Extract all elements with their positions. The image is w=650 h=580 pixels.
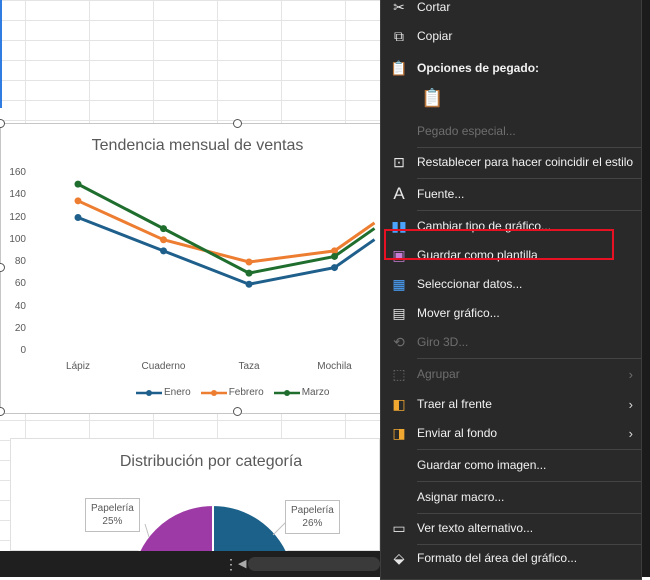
menu-item-guardar-imagen[interactable]: Guardar como imagen... — [381, 451, 643, 479]
menu-item-restablecer-estilo[interactable]: ⊡ Restablecer para hacer coincidir el es… — [381, 148, 643, 176]
menu-item-traer-frente[interactable]: ◧ Traer al frente › — [381, 390, 643, 418]
menu-item-pegado-especial[interactable]: Pegado especial... — [381, 117, 643, 145]
menu-label-agrupar: Agrupar — [417, 367, 460, 381]
font-icon: A — [393, 184, 405, 203]
pie-callout-1-value: 25% — [102, 516, 123, 527]
menu-separator — [417, 358, 641, 359]
cell-selection-edge — [0, 0, 2, 108]
menu-label-restablecer-estilo: Restablecer para hacer coincidir el esti… — [417, 155, 634, 169]
window-edge — [642, 0, 650, 577]
scroll-left-icon[interactable]: ◀ — [238, 557, 246, 570]
menu-label-enviar-fondo: Enviar al fondo — [417, 426, 498, 440]
menu-item-texto-alternativo[interactable]: ▭ Ver texto alternativo... — [381, 514, 643, 542]
menu-label-guardar-imagen: Guardar como imagen... — [417, 458, 547, 472]
pie-callout-2-value: 26% — [302, 518, 323, 529]
format-area-icon: ⬙ — [393, 549, 405, 566]
paste-button[interactable]: 📋 — [381, 84, 643, 112]
menu-label-texto-alternativo: Ver texto alternativo... — [417, 521, 534, 535]
menu-item-enviar-fondo[interactable]: ◨ Enviar al fondo › — [381, 419, 643, 447]
resize-handle-bottom-middle[interactable] — [233, 407, 242, 416]
menu-item-opciones-pegado: 📋 Opciones de pegado: — [381, 54, 643, 82]
more-options-icon[interactable]: ⋮ — [224, 556, 238, 572]
menu-label-copiar: Copiar — [417, 29, 453, 43]
reset-style-icon: ⊡ — [393, 153, 405, 170]
callout-leader-line — [144, 523, 150, 538]
horizontal-scrollbar[interactable] — [248, 557, 380, 571]
move-chart-icon: ▤ — [392, 304, 406, 321]
menu-label-giro-3d: Giro 3D... — [417, 335, 469, 349]
menu-separator — [417, 449, 641, 450]
menu-label-formato-area: Formato del área del gráfico... — [417, 551, 578, 565]
menu-separator — [417, 178, 641, 179]
rotate-3d-icon: ⟲ — [393, 333, 405, 350]
scissors-icon: ✂ — [393, 0, 405, 15]
menu-item-formato-area[interactable]: ⬙ Formato del área del gráfico... — [381, 544, 643, 572]
paste-options-icon: 📋 — [390, 59, 408, 76]
context-menu: ✂ Cortar ⧉ Copiar 📋 Opciones de pegado: … — [380, 0, 642, 580]
menu-item-agrupar[interactable]: ⬚ Agrupar › — [381, 360, 643, 388]
pie-callout-1: Papelería 25% — [85, 498, 140, 532]
menu-label-seleccionar-datos: Seleccionar datos... — [417, 277, 523, 291]
pie-plot-area[interactable] — [11, 439, 381, 552]
menu-label-cortar: Cortar — [417, 0, 451, 14]
group-icon: ⬚ — [392, 365, 406, 382]
pie-callout-2-label: Papelería — [291, 505, 334, 516]
paste-icon: 📋 — [421, 87, 444, 108]
pie-callout-1-label: Papelería — [91, 503, 134, 514]
menu-item-copiar[interactable]: ⧉ Copiar — [381, 22, 643, 50]
alt-text-icon: ▭ — [392, 519, 406, 536]
menu-item-giro-3d[interactable]: ⟲ Giro 3D... — [381, 328, 643, 356]
copy-icon: ⧉ — [394, 27, 404, 44]
send-back-icon: ◨ — [392, 424, 406, 441]
menu-label-traer-frente: Traer al frente — [417, 397, 492, 411]
select-data-icon: ▦ — [392, 275, 406, 292]
highlight-box — [384, 229, 614, 260]
pie-callout-2: Papelería 26% — [285, 500, 340, 534]
menu-item-asignar-macro[interactable]: Asignar macro... — [381, 483, 643, 511]
menu-separator — [417, 210, 641, 211]
menu-label-pegado-especial: Pegado especial... — [417, 124, 516, 138]
menu-item-seleccionar-datos[interactable]: ▦ Seleccionar datos... — [381, 270, 643, 298]
menu-label-fuente: Fuente... — [417, 187, 465, 201]
chevron-right-icon: › — [628, 366, 633, 382]
menu-item-fuente[interactable]: A Fuente... — [381, 180, 643, 208]
chevron-right-icon: › — [628, 425, 633, 441]
menu-label-opciones-pegado: Opciones de pegado: — [417, 61, 540, 75]
pie-chart[interactable]: Distribución por categoría Papelería 25%… — [10, 438, 381, 552]
pie-slice-1[interactable] — [131, 503, 214, 552]
menu-label-mover-grafico: Mover gráfico... — [417, 306, 500, 320]
chevron-right-icon: › — [628, 396, 633, 412]
menu-item-cortar[interactable]: ✂ Cortar — [381, 0, 643, 21]
pie-slice-2[interactable] — [212, 503, 295, 552]
bring-front-icon: ◧ — [392, 395, 406, 412]
menu-separator — [417, 481, 641, 482]
resize-handle-top-middle[interactable] — [233, 119, 242, 128]
menu-item-mover-grafico[interactable]: ▤ Mover gráfico... — [381, 299, 643, 327]
chart-selection-border — [0, 123, 382, 414]
menu-label-asignar-macro: Asignar macro... — [417, 490, 505, 504]
